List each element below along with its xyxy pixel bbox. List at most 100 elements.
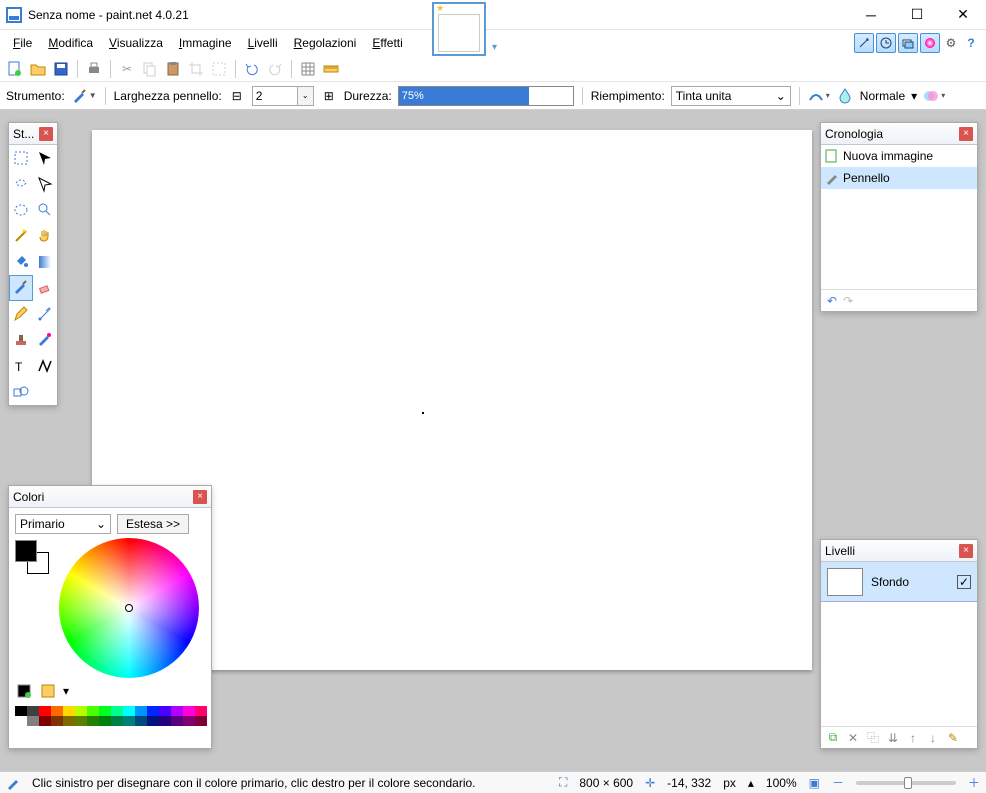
palette-cell[interactable] (75, 716, 87, 726)
open-icon[interactable] (29, 60, 47, 78)
palette-cell[interactable] (147, 716, 159, 726)
redo-icon[interactable] (266, 60, 284, 78)
palette-cell[interactable] (63, 706, 75, 716)
palette-cell[interactable] (171, 706, 183, 716)
layer-row[interactable]: Sfondo✓ (821, 562, 977, 602)
tool-line[interactable] (33, 353, 57, 379)
zoom-in-icon[interactable]: ＋ (968, 774, 980, 791)
history-panel-close[interactable]: × (959, 127, 973, 141)
palette-cell[interactable] (135, 706, 147, 716)
add-swatch-icon[interactable] (15, 682, 33, 700)
tool-eraser[interactable] (33, 275, 57, 301)
palette-cell[interactable] (15, 716, 27, 726)
tool-text[interactable]: T (9, 353, 33, 379)
palette-cell[interactable] (159, 706, 171, 716)
brushwidth-input[interactable] (252, 86, 298, 106)
palette-cell[interactable] (39, 716, 51, 726)
layer-add-icon[interactable]: ⧉ (825, 730, 841, 746)
palette-cell[interactable] (75, 706, 87, 716)
minimize-button[interactable]: ─ (848, 0, 894, 30)
tools-panel-toggle[interactable] (854, 33, 874, 53)
history-item[interactable]: Pennello (821, 167, 977, 189)
settings-icon[interactable]: ⚙ (942, 34, 960, 52)
tools-panel-close[interactable]: × (39, 127, 53, 141)
layer-down-icon[interactable]: ↓ (925, 730, 941, 746)
colors-panel-toggle[interactable] (920, 33, 940, 53)
colors-panel-header[interactable]: Colori × (9, 486, 211, 508)
palette-cell[interactable] (123, 706, 135, 716)
palette-menu-caret[interactable]: ▾ (63, 684, 69, 698)
tool-rect-select[interactable] (9, 145, 33, 171)
palette-cell[interactable] (147, 706, 159, 716)
tool-picker[interactable] (33, 301, 57, 327)
palette-cell[interactable] (99, 716, 111, 726)
ruler-icon[interactable] (322, 60, 340, 78)
menu-effetti[interactable]: Effetti (365, 33, 409, 53)
tool-shapes[interactable] (9, 379, 33, 405)
history-panel-header[interactable]: Cronologia × (821, 123, 977, 145)
palette-cell[interactable] (183, 706, 195, 716)
copy-icon[interactable] (141, 60, 159, 78)
layer-up-icon[interactable]: ↑ (905, 730, 921, 746)
grid-icon[interactable] (299, 60, 317, 78)
palette-cell[interactable] (51, 716, 63, 726)
blend-caret[interactable]: ▾ (911, 89, 917, 103)
tools-panel-header[interactable]: St... × (9, 123, 57, 145)
antialias-toggle[interactable]: ▾ (808, 88, 830, 104)
tool-move-sel[interactable] (33, 171, 57, 197)
history-item[interactable]: Nuova immagine (821, 145, 977, 167)
tool-pan[interactable] (33, 223, 57, 249)
unit-caret[interactable]: ▴ (748, 776, 754, 790)
layer-delete-icon[interactable]: ✕ (845, 730, 861, 746)
tool-selector[interactable]: ▼ (71, 88, 97, 104)
history-undo-icon[interactable]: ↶ (827, 294, 837, 308)
cut-icon[interactable]: ✂ (118, 60, 136, 78)
zoom-slider[interactable] (856, 781, 956, 785)
paste-icon[interactable] (164, 60, 182, 78)
tool-lasso[interactable] (9, 171, 33, 197)
palette-cell[interactable] (27, 706, 39, 716)
palette-cell[interactable] (51, 706, 63, 716)
tool-ellipse-sel[interactable] (9, 197, 33, 223)
help-icon[interactable]: ? (962, 34, 980, 52)
colors-panel-close[interactable]: × (193, 490, 207, 504)
maximize-button[interactable]: ☐ (894, 0, 940, 30)
print-icon[interactable] (85, 60, 103, 78)
palette-cell[interactable] (195, 706, 207, 716)
tool-wand[interactable] (9, 223, 33, 249)
menu-regolazioni[interactable]: Regolazioni (287, 33, 364, 53)
palette-cell[interactable] (123, 716, 135, 726)
tool-move[interactable] (33, 145, 57, 171)
brushwidth-minus[interactable]: ⊟ (228, 87, 246, 105)
layer-visible-checkbox[interactable]: ✓ (957, 575, 971, 589)
palette-cell[interactable] (63, 716, 75, 726)
document-thumbnail[interactable]: ★ (432, 2, 486, 56)
palette-cell[interactable] (39, 706, 51, 716)
tool-recolor[interactable] (33, 327, 57, 353)
tool-pencil[interactable] (9, 301, 33, 327)
layer-duplicate-icon[interactable]: ⿻ (865, 730, 881, 746)
palette-cell[interactable] (99, 706, 111, 716)
layers-panel-toggle[interactable] (898, 33, 918, 53)
color-more-button[interactable]: Estesa >> (117, 514, 189, 534)
palette-cell[interactable] (159, 716, 171, 726)
palette-cell[interactable] (27, 716, 39, 726)
tool-gradient[interactable] (33, 249, 57, 275)
layers-panel-header[interactable]: Livelli × (821, 540, 977, 562)
overwrite-toggle[interactable]: ▾ (923, 88, 945, 104)
menu-visualizza[interactable]: Visualizza (102, 33, 170, 53)
tool-bucket[interactable] (9, 249, 33, 275)
layer-props-icon[interactable]: ✎ (945, 730, 961, 746)
undo-icon[interactable] (243, 60, 261, 78)
zoom-out-icon[interactable]: － (832, 774, 844, 791)
deselect-icon[interactable] (210, 60, 228, 78)
menu-file[interactable]: File (6, 33, 39, 53)
hardness-slider[interactable]: 75% (398, 86, 574, 106)
history-panel-toggle[interactable] (876, 33, 896, 53)
palette-cell[interactable] (171, 716, 183, 726)
menu-immagine[interactable]: Immagine (172, 33, 239, 53)
tool-brush[interactable] (9, 275, 33, 301)
color-wheel[interactable] (59, 538, 199, 678)
palette-cell[interactable] (111, 716, 123, 726)
crop-icon[interactable] (187, 60, 205, 78)
